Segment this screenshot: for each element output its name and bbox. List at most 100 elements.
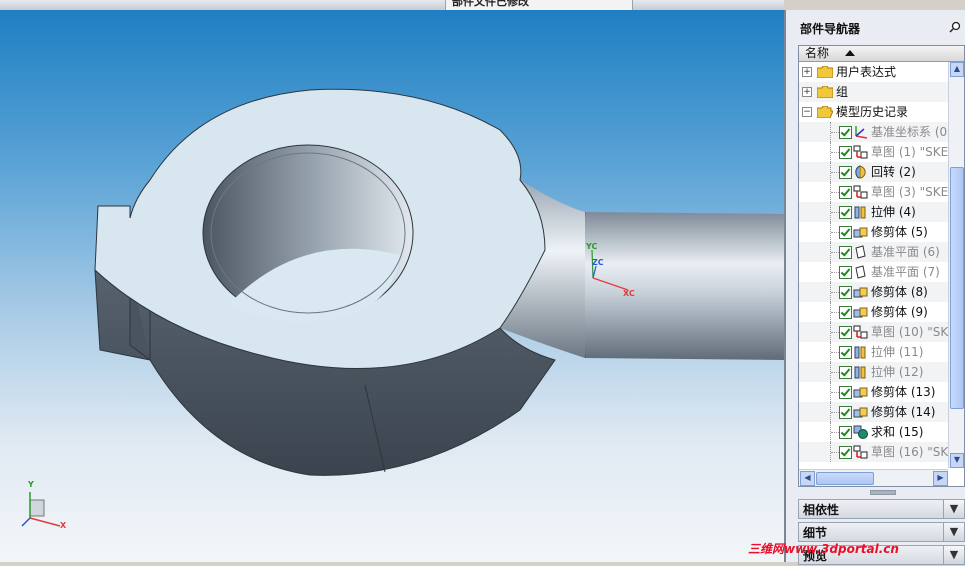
checkbox-checked-icon[interactable]: [839, 246, 852, 259]
extrude-icon: [854, 366, 866, 379]
sketch-icon: [853, 185, 868, 199]
tree-horizontal-scrollbar[interactable]: ◀ ▶: [799, 469, 948, 486]
watermark: 三维网www.3dportal.cn: [748, 542, 899, 556]
tree-node-label: 基准坐标系 (0: [871, 125, 948, 139]
scroll-thumb[interactable]: [950, 167, 964, 409]
wcs-zc-label: ZC: [592, 258, 604, 267]
expand-icon[interactable]: +: [802, 67, 812, 77]
section-label: 相依性: [803, 503, 840, 517]
tree-node-feature[interactable]: 回转 (2): [799, 162, 964, 182]
trim-body-icon: [853, 307, 868, 318]
tree-node-feature[interactable]: 基准平面 (7): [799, 262, 964, 282]
checkbox-checked-icon[interactable]: [839, 386, 852, 399]
tree-line: [831, 412, 839, 413]
wcs-yc-label: YC: [586, 242, 598, 251]
checkbox-checked-icon[interactable]: [839, 346, 852, 359]
section-dependencies[interactable]: 相依性 ▼: [798, 499, 965, 519]
scroll-left-icon[interactable]: ◀: [800, 471, 815, 486]
checkbox-checked-icon[interactable]: [839, 266, 852, 279]
tree-line: [831, 152, 839, 153]
tree-node-feature[interactable]: 修剪体 (9): [799, 302, 964, 322]
tree-node-feature[interactable]: 拉伸 (12): [799, 362, 964, 382]
navigator-tree[interactable]: 名称 + 用户表达式 + 组 − 模型历史记录 基准坐标系 (0 草图 (1) "…: [798, 45, 965, 487]
checkbox-checked-icon[interactable]: [839, 286, 852, 299]
scroll-thumb[interactable]: [816, 472, 874, 485]
scroll-down-icon[interactable]: ▼: [950, 453, 964, 468]
tree-node-feature[interactable]: 修剪体 (13): [799, 382, 964, 402]
checkbox-checked-icon[interactable]: [839, 226, 852, 239]
datum-plane-icon: [855, 245, 866, 259]
tree-node-feature[interactable]: 基准平面 (6): [799, 242, 964, 262]
tree-node-feature[interactable]: 草图 (10) "SK: [799, 322, 964, 342]
panel-splitter[interactable]: [870, 490, 896, 495]
tree-node-feature[interactable]: 修剪体 (14): [799, 402, 964, 422]
tree-node-label: 拉伸 (4): [871, 205, 916, 219]
chevron-down-icon[interactable]: ▼: [943, 546, 964, 564]
tree-node-feature[interactable]: 基准坐标系 (0: [799, 122, 964, 142]
checkbox-checked-icon[interactable]: [839, 326, 852, 339]
tree-line: [831, 252, 839, 253]
tree-node-feature[interactable]: 修剪体 (5): [799, 222, 964, 242]
navigator-header: 部件导航器: [786, 10, 965, 44]
checkbox-checked-icon[interactable]: [839, 446, 852, 459]
pin-icon[interactable]: [949, 21, 961, 33]
tree-node-feature[interactable]: 草图 (3) "SKE: [799, 182, 964, 202]
tree-node-feature[interactable]: 求和 (15): [799, 422, 964, 442]
expand-icon[interactable]: +: [802, 87, 812, 97]
sketch-icon: [853, 145, 868, 159]
trim-body-icon: [853, 407, 868, 418]
unite-icon: [853, 425, 868, 439]
checkbox-checked-icon[interactable]: [839, 126, 852, 139]
view-triad: Y X: [18, 480, 78, 538]
section-details[interactable]: 细节 ▼: [798, 522, 965, 542]
tree-node-feature[interactable]: 草图 (16) "SK: [799, 442, 964, 462]
tree-node-feature[interactable]: 拉伸 (11): [799, 342, 964, 362]
checkbox-checked-icon[interactable]: [839, 426, 852, 439]
extrude-icon: [854, 346, 866, 359]
tree-node-user-expressions[interactable]: + 用户表达式: [799, 62, 964, 82]
tree-node-label: 用户表达式: [836, 65, 897, 79]
sort-ascending-icon: [845, 50, 855, 56]
collapse-icon[interactable]: −: [802, 107, 812, 117]
part-navigator-panel: 部件导航器 名称 + 用户表达式 + 组 − 模型历史记录 基准坐标系 (0 草…: [784, 10, 965, 565]
tree-line: [831, 392, 839, 393]
tree-node-model-history[interactable]: − 模型历史记录: [799, 102, 964, 122]
tree-line: [831, 172, 839, 173]
datum-plane-icon: [855, 265, 866, 279]
folder-icon: [817, 86, 833, 98]
folder-icon: [817, 66, 833, 78]
checkbox-checked-icon[interactable]: [839, 366, 852, 379]
tree-node-label: 修剪体 (14): [871, 405, 936, 419]
checkbox-checked-icon[interactable]: [839, 306, 852, 319]
tree-node-feature[interactable]: 拉伸 (4): [799, 202, 964, 222]
tree-vertical-scrollbar[interactable]: ▲ ▼: [948, 62, 964, 468]
tree-node-label: 基准平面 (6): [871, 245, 940, 259]
tree-node-label: 拉伸 (12): [871, 365, 924, 379]
checkbox-checked-icon[interactable]: [839, 206, 852, 219]
checkbox-checked-icon[interactable]: [839, 186, 852, 199]
column-header-name[interactable]: 名称: [799, 46, 964, 62]
tree-line: [831, 332, 839, 333]
revolve-icon: [855, 165, 866, 179]
graphics-viewport[interactable]: YC ZC XC Y X: [0, 10, 784, 562]
extrude-icon: [854, 206, 866, 219]
checkbox-checked-icon[interactable]: [839, 166, 852, 179]
scroll-right-icon[interactable]: ▶: [933, 471, 948, 486]
triad-y-label: Y: [28, 480, 34, 489]
chevron-down-icon[interactable]: ▼: [943, 523, 964, 541]
rod-end-model[interactable]: [0, 10, 784, 562]
chevron-down-icon[interactable]: ▼: [943, 500, 964, 518]
checkbox-checked-icon[interactable]: [839, 146, 852, 159]
triad-x-label: X: [60, 521, 67, 530]
trim-body-icon: [853, 387, 868, 398]
triad-icon: [21, 492, 61, 527]
tree-node-feature[interactable]: 修剪体 (8): [799, 282, 964, 302]
tree-node-feature[interactable]: 草图 (1) "SKE: [799, 142, 964, 162]
trim-body-icon: [853, 287, 868, 298]
tree-node-label: 模型历史记录: [836, 105, 909, 119]
scroll-up-icon[interactable]: ▲: [950, 62, 964, 77]
navigator-title: 部件导航器: [800, 22, 861, 36]
checkbox-checked-icon[interactable]: [839, 406, 852, 419]
tree-node-label: 求和 (15): [871, 425, 924, 439]
tree-node-groups[interactable]: + 组: [799, 82, 964, 102]
